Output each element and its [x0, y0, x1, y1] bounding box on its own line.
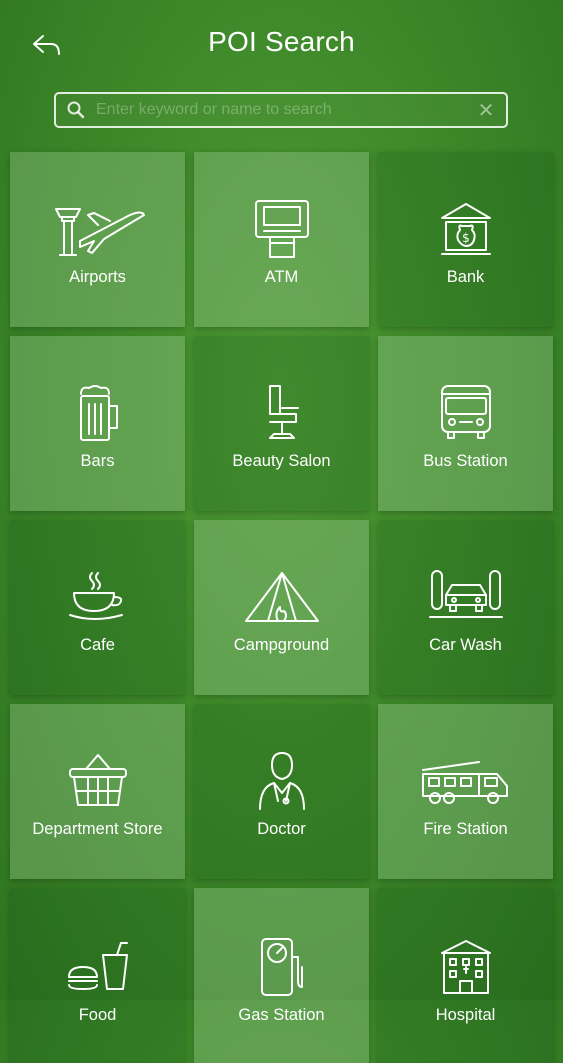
airport-icon: [54, 208, 145, 256]
clear-search-button[interactable]: ✕: [466, 98, 506, 123]
doctor-icon: [258, 752, 305, 810]
category-label: Department Store: [32, 820, 163, 838]
beer-mug-icon: [79, 385, 118, 441]
category-tile-hospital[interactable]: Hospital: [378, 888, 553, 1063]
atm-icon: [254, 200, 309, 258]
category-tile-gas-station[interactable]: Gas Station: [194, 888, 369, 1063]
page-title: POI Search: [208, 26, 355, 57]
category-tile-bank[interactable]: $ Bank: [378, 152, 553, 327]
category-tile-airports[interactable]: Airports: [10, 152, 185, 327]
search-input[interactable]: [96, 101, 466, 119]
category-tile-food[interactable]: Food: [10, 888, 185, 1063]
category-label: Campground: [233, 636, 330, 654]
category-tile-campground[interactable]: Campground: [194, 520, 369, 695]
header-bar: POI Search: [0, 0, 563, 90]
category-label: Bars: [80, 452, 115, 470]
search-icon: [67, 101, 85, 119]
category-label: Bank: [446, 268, 485, 286]
category-tile-department-store[interactable]: Department Store: [10, 704, 185, 879]
hospital-icon: [440, 940, 491, 994]
bank-icon: $: [440, 203, 491, 255]
category-label: Car Wash: [429, 636, 502, 654]
category-tile-cafe[interactable]: Cafe: [10, 520, 185, 695]
shopping-basket-icon: [68, 754, 127, 806]
category-label: Bus Station: [423, 452, 508, 470]
fire-truck-icon: [421, 761, 508, 804]
category-tile-atm[interactable]: ATM: [194, 152, 369, 327]
category-tile-bars[interactable]: Bars: [10, 336, 185, 511]
category-label: Food: [78, 1006, 117, 1024]
svg-text:$: $: [462, 231, 470, 245]
category-tile-doctor[interactable]: Doctor: [194, 704, 369, 879]
category-label: Hospital: [435, 1006, 496, 1024]
category-label: ATM: [264, 268, 299, 286]
category-tile-bus-station[interactable]: Bus Station: [378, 336, 553, 511]
salon-chair-icon: [268, 385, 299, 439]
category-label: Beauty Salon: [232, 452, 331, 470]
car-wash-icon: [428, 570, 503, 618]
gas-pump-icon: [260, 938, 303, 996]
category-label: Fire Station: [423, 820, 508, 838]
category-tile-car-wash[interactable]: Car Wash: [378, 520, 553, 695]
bus-icon: [440, 385, 491, 439]
fast-food-icon: [67, 942, 128, 990]
category-label: Airports: [69, 268, 126, 286]
category-grid: Airports ATM $ Bank Bars Beauty Salon Bu…: [10, 152, 554, 1063]
category-tile-beauty-salon[interactable]: Beauty Salon: [194, 336, 369, 511]
category-label: Doctor: [257, 820, 306, 838]
category-tile-fire-station[interactable]: Fire Station: [378, 704, 553, 879]
category-label: Gas Station: [238, 1006, 325, 1024]
coffee-cup-icon: [68, 572, 123, 620]
search-bar[interactable]: ✕: [54, 92, 508, 128]
tent-icon: [244, 572, 319, 622]
category-label: Cafe: [80, 636, 115, 654]
